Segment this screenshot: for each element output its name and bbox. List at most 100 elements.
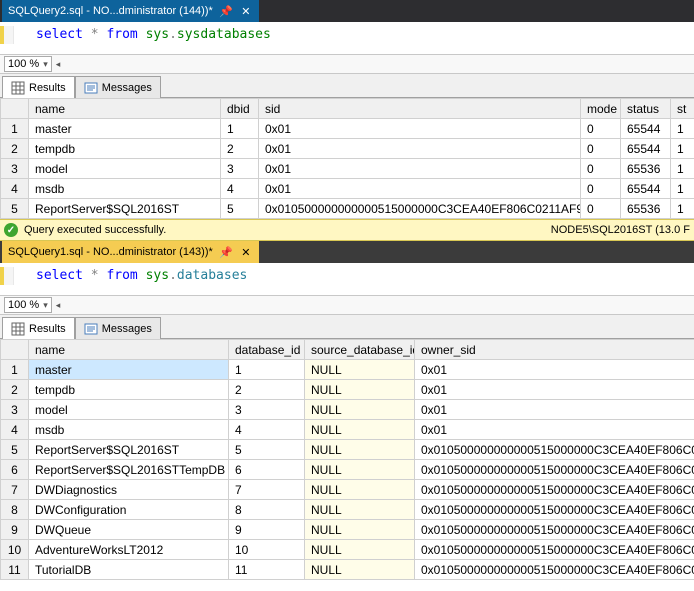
table-row[interactable]: 3model30x010655361: [1, 159, 694, 179]
sql-editor[interactable]: select * from sys.databases: [0, 263, 694, 295]
cell[interactable]: 1: [671, 139, 694, 159]
cell[interactable]: 0: [581, 119, 621, 139]
table-row[interactable]: 9DWQueue9NULL0x010500000000000515000000C…: [1, 520, 694, 540]
table-row[interactable]: 11TutorialDB11NULL0x01050000000000051500…: [1, 560, 694, 580]
cell[interactable]: 1: [671, 199, 694, 219]
cell[interactable]: 0x010500000000000515000000C3CEA40EF806C0…: [259, 199, 581, 219]
cell[interactable]: 1: [221, 119, 259, 139]
cell[interactable]: 0x01: [415, 420, 694, 440]
editor-tab[interactable]: SQLQuery1.sql - NO...dministrator (143))…: [2, 241, 259, 263]
cell[interactable]: 5: [229, 440, 305, 460]
row-number[interactable]: 2: [1, 139, 29, 159]
row-number[interactable]: 5: [1, 440, 29, 460]
cell[interactable]: 0x01: [415, 380, 694, 400]
cell[interactable]: NULL: [305, 400, 415, 420]
cell[interactable]: 0x010500000000000515000000C3CEA40EF806C0…: [415, 500, 694, 520]
row-number[interactable]: 2: [1, 380, 29, 400]
row-number[interactable]: 3: [1, 400, 29, 420]
cell[interactable]: 0: [581, 199, 621, 219]
table-row[interactable]: 10AdventureWorksLT201210NULL0x0105000000…: [1, 540, 694, 560]
column-header[interactable]: database_id: [229, 340, 305, 360]
cell[interactable]: ReportServer$SQL2016ST: [29, 440, 229, 460]
cell[interactable]: 0x01: [259, 179, 581, 199]
sql-editor[interactable]: select * from sys.sysdatabases: [0, 22, 694, 54]
table-row[interactable]: 7DWDiagnostics7NULL0x0105000000000005150…: [1, 480, 694, 500]
table-row[interactable]: 5ReportServer$SQL2016ST50x01050000000000…: [1, 199, 694, 219]
column-header[interactable]: sid: [259, 99, 581, 119]
cell[interactable]: 65536: [621, 199, 671, 219]
cell[interactable]: 0x010500000000000515000000C3CEA40EF806C0…: [415, 440, 694, 460]
row-number[interactable]: 10: [1, 540, 29, 560]
cell[interactable]: DWQueue: [29, 520, 229, 540]
cell[interactable]: master: [29, 119, 221, 139]
row-number[interactable]: 6: [1, 460, 29, 480]
cell[interactable]: 0x01: [415, 400, 694, 420]
cell[interactable]: 10: [229, 540, 305, 560]
cell[interactable]: msdb: [29, 179, 221, 199]
close-icon[interactable]: ✕: [239, 4, 253, 18]
cell[interactable]: AdventureWorksLT2012: [29, 540, 229, 560]
cell[interactable]: NULL: [305, 460, 415, 480]
column-header[interactable]: status: [621, 99, 671, 119]
cell[interactable]: 9: [229, 520, 305, 540]
zoom-dropdown[interactable]: 100 %▾: [4, 56, 52, 72]
cell[interactable]: master: [29, 360, 229, 380]
table-row[interactable]: 4msdb4NULL0x01: [1, 420, 694, 440]
row-number[interactable]: 1: [1, 360, 29, 380]
editor-tab[interactable]: SQLQuery2.sql - NO...dministrator (144))…: [2, 0, 259, 22]
cell[interactable]: ReportServer$SQL2016ST: [29, 199, 221, 219]
table-row[interactable]: 5ReportServer$SQL2016ST5NULL0x0105000000…: [1, 440, 694, 460]
close-icon[interactable]: ✕: [239, 245, 253, 259]
column-header[interactable]: mode: [581, 99, 621, 119]
cell[interactable]: 1: [671, 179, 694, 199]
cell[interactable]: 4: [229, 420, 305, 440]
cell[interactable]: 65544: [621, 179, 671, 199]
column-header[interactable]: name: [29, 340, 229, 360]
results-grid-bottom[interactable]: namedatabase_idsource_database_idowner_s…: [0, 339, 694, 580]
zoom-dropdown[interactable]: 100 %▾: [4, 297, 52, 313]
cell[interactable]: 5: [221, 199, 259, 219]
cell[interactable]: 2: [229, 380, 305, 400]
cell[interactable]: NULL: [305, 440, 415, 460]
cell[interactable]: 0x010500000000000515000000C3CEA40EF806C0…: [415, 520, 694, 540]
cell[interactable]: TutorialDB: [29, 560, 229, 580]
cell[interactable]: NULL: [305, 540, 415, 560]
table-row[interactable]: 3model3NULL0x01: [1, 400, 694, 420]
cell[interactable]: 8: [229, 500, 305, 520]
cell[interactable]: NULL: [305, 560, 415, 580]
row-number[interactable]: 5: [1, 199, 29, 219]
chevron-left-icon[interactable]: ◂: [56, 300, 61, 311]
cell[interactable]: 7: [229, 480, 305, 500]
cell[interactable]: 4: [221, 179, 259, 199]
cell[interactable]: 3: [229, 400, 305, 420]
row-number[interactable]: 3: [1, 159, 29, 179]
table-row[interactable]: 6ReportServer$SQL2016STTempDB6NULL0x0105…: [1, 460, 694, 480]
cell[interactable]: ReportServer$SQL2016STTempDB: [29, 460, 229, 480]
row-number[interactable]: 1: [1, 119, 29, 139]
cell[interactable]: NULL: [305, 380, 415, 400]
pin-icon[interactable]: 📌: [219, 4, 233, 18]
cell[interactable]: tempdb: [29, 380, 229, 400]
cell[interactable]: 0: [581, 179, 621, 199]
cell[interactable]: model: [29, 400, 229, 420]
cell[interactable]: 1: [671, 159, 694, 179]
row-number[interactable]: 8: [1, 500, 29, 520]
cell[interactable]: 0x010500000000000515000000C3CEA40EF806C0…: [415, 480, 694, 500]
row-number[interactable]: 9: [1, 520, 29, 540]
cell[interactable]: 6: [229, 460, 305, 480]
tab-results[interactable]: Results: [2, 76, 75, 98]
column-header[interactable]: owner_sid: [415, 340, 694, 360]
table-row[interactable]: 2tempdb2NULL0x01: [1, 380, 694, 400]
cell[interactable]: tempdb: [29, 139, 221, 159]
cell[interactable]: 65544: [621, 139, 671, 159]
cell[interactable]: 0x01: [259, 119, 581, 139]
cell[interactable]: msdb: [29, 420, 229, 440]
table-row[interactable]: 8DWConfiguration8NULL0x01050000000000051…: [1, 500, 694, 520]
table-row[interactable]: 1master10x010655441: [1, 119, 694, 139]
table-row[interactable]: 1master1NULL0x01: [1, 360, 694, 380]
table-row[interactable]: 2tempdb20x010655441: [1, 139, 694, 159]
cell[interactable]: 0x010500000000000515000000C3CEA40EF806C0…: [415, 460, 694, 480]
column-header[interactable]: dbid: [221, 99, 259, 119]
cell[interactable]: DWDiagnostics: [29, 480, 229, 500]
cell[interactable]: model: [29, 159, 221, 179]
